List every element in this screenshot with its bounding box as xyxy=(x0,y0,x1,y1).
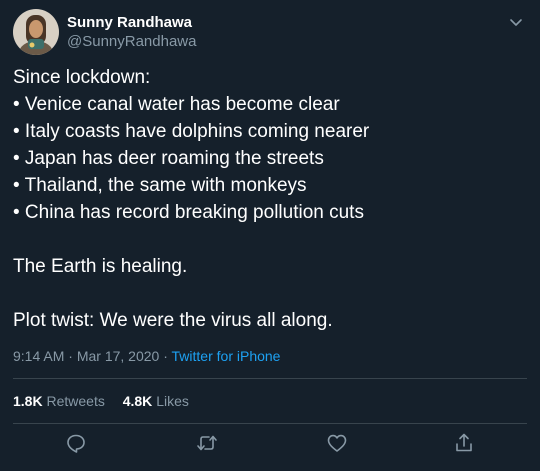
tweet-time[interactable]: 9:14 AM xyxy=(13,348,64,364)
tweet-line: • China has record breaking pollution cu… xyxy=(13,202,364,223)
meta-separator: · xyxy=(163,348,168,364)
likes-count: 4.8K xyxy=(122,393,153,409)
tweet-actions xyxy=(0,432,540,458)
divider xyxy=(13,378,527,379)
author-names: Sunny Randhawa @SunnyRandhawa xyxy=(67,13,196,51)
author-handle[interactable]: @SunnyRandhawa xyxy=(67,32,196,51)
tweet-line: Plot twist: We were the virus all along. xyxy=(13,310,333,331)
tweet-line: Since lockdown: xyxy=(13,67,151,88)
tweet-line: • Venice canal water has become clear xyxy=(13,94,340,115)
retweets-count: 1.8K xyxy=(13,393,43,409)
meta-separator: · xyxy=(68,348,73,364)
retweets-stat[interactable]: 1.8K Retweets xyxy=(13,391,105,411)
likes-label: Likes xyxy=(156,393,189,409)
likes-stat[interactable]: 4.8K Likes xyxy=(123,391,189,411)
tweet-stats: 1.8K Retweets 4.8K Likes xyxy=(13,391,203,411)
tweet-header: Sunny Randhawa @SunnyRandhawa xyxy=(13,9,527,59)
share-icon[interactable] xyxy=(453,432,475,454)
reply-icon[interactable] xyxy=(65,432,87,454)
tweet-text: Since lockdown: • Venice canal water has… xyxy=(13,64,533,334)
heart-icon[interactable] xyxy=(326,432,348,454)
tweet-card: Sunny Randhawa @SunnyRandhawa Since lock… xyxy=(0,0,540,471)
tweet-line: • Thailand, the same with monkeys xyxy=(13,175,307,196)
tweet-line: The Earth is healing. xyxy=(13,256,188,277)
tweet-date[interactable]: Mar 17, 2020 xyxy=(77,348,160,364)
author-display-name[interactable]: Sunny Randhawa xyxy=(67,13,196,32)
retweets-label: Retweets xyxy=(46,393,105,409)
retweet-icon[interactable] xyxy=(196,432,218,454)
tweet-line: • Japan has deer roaming the streets xyxy=(13,148,324,169)
divider xyxy=(13,423,527,424)
tweet-source-link[interactable]: Twitter for iPhone xyxy=(172,348,281,364)
chevron-down-icon[interactable] xyxy=(507,13,525,31)
tweet-line: • Italy coasts have dolphins coming near… xyxy=(13,121,370,142)
tweet-metadata: 9:14 AM · Mar 17, 2020 · Twitter for iPh… xyxy=(13,346,280,366)
avatar[interactable] xyxy=(13,9,59,55)
